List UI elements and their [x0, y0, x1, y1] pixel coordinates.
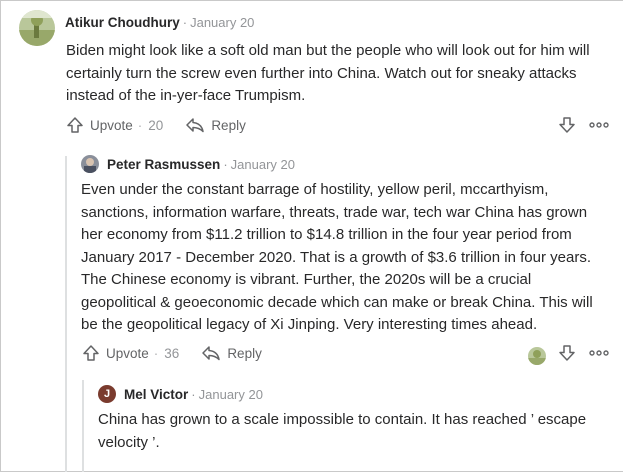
- upvote-button[interactable]: Upvote · 20: [66, 116, 163, 134]
- upvote-label: Upvote: [106, 345, 149, 361]
- upvote-arrow-icon: [83, 345, 99, 361]
- comment-header: J Mel Victor · January 20: [98, 385, 608, 403]
- downvote-arrow-icon: [559, 117, 575, 133]
- avatar[interactable]: [528, 346, 546, 365]
- author-name[interactable]: Atikur Choudhury: [65, 15, 180, 30]
- separator: ·: [182, 14, 188, 30]
- comment-atikur: Atikur Choudhury · January 20 Biden migh…: [19, 10, 609, 104]
- landscape-avatar-icon: [19, 10, 55, 46]
- separator: ·: [153, 345, 159, 361]
- comment-mel: J Mel Victor · January 20 China has grow…: [98, 385, 608, 454]
- thread-line: [82, 380, 84, 472]
- comment-date[interactable]: January 20: [199, 387, 263, 402]
- reply-label: Reply: [211, 117, 246, 133]
- upvote-button[interactable]: Upvote · 36: [82, 344, 179, 362]
- upvote-label: Upvote: [90, 117, 133, 133]
- comment-actions: Upvote · 36 Reply: [82, 344, 262, 362]
- reply-arrow-icon: [186, 118, 205, 133]
- comment-header: Peter Rasmussen · January 20: [81, 155, 611, 173]
- comment-right-actions: [557, 116, 609, 139]
- comment-date[interactable]: January 20: [231, 157, 295, 172]
- avatar[interactable]: [81, 155, 99, 173]
- separator: ·: [223, 156, 228, 172]
- more-options-button[interactable]: [589, 344, 609, 367]
- reply-arrow-icon: [202, 346, 221, 361]
- comment-right-actions: [528, 344, 609, 367]
- downvote-button[interactable]: [557, 116, 577, 139]
- reply-button[interactable]: Reply: [201, 344, 262, 362]
- comment-actions: Upvote · 20 Reply: [66, 116, 246, 134]
- photo-avatar-icon: [81, 155, 99, 173]
- comment-date[interactable]: January 20: [190, 15, 254, 30]
- avatar[interactable]: J: [98, 385, 116, 403]
- separator: ·: [191, 386, 196, 402]
- reply-label: Reply: [227, 345, 262, 361]
- reply-button[interactable]: Reply: [185, 116, 246, 134]
- avatar-letter: J: [103, 388, 111, 400]
- more-options-button[interactable]: [589, 116, 609, 139]
- landscape-avatar-icon: [528, 346, 546, 365]
- comment-text: Biden might look like a soft old man but…: [66, 42, 590, 104]
- author-name[interactable]: Peter Rasmussen: [107, 157, 220, 172]
- comment-text: China has grown to a scale impossible to…: [98, 411, 587, 451]
- upvote-count: 20: [148, 117, 164, 133]
- more-options-icon: [589, 122, 609, 128]
- thread-line: [65, 156, 67, 472]
- upvote-count: 36: [164, 345, 180, 361]
- avatar[interactable]: [19, 10, 55, 46]
- upvote-arrow-icon: [67, 117, 83, 133]
- downvote-arrow-icon: [559, 345, 575, 361]
- downvote-button[interactable]: [557, 344, 577, 367]
- separator: ·: [137, 117, 143, 133]
- more-options-icon: [589, 350, 609, 356]
- author-name[interactable]: Mel Victor: [124, 387, 188, 402]
- comment-peter: Peter Rasmussen · January 20 Even under …: [81, 155, 611, 337]
- comment-text: Even under the constant barrage of hosti…: [81, 181, 593, 333]
